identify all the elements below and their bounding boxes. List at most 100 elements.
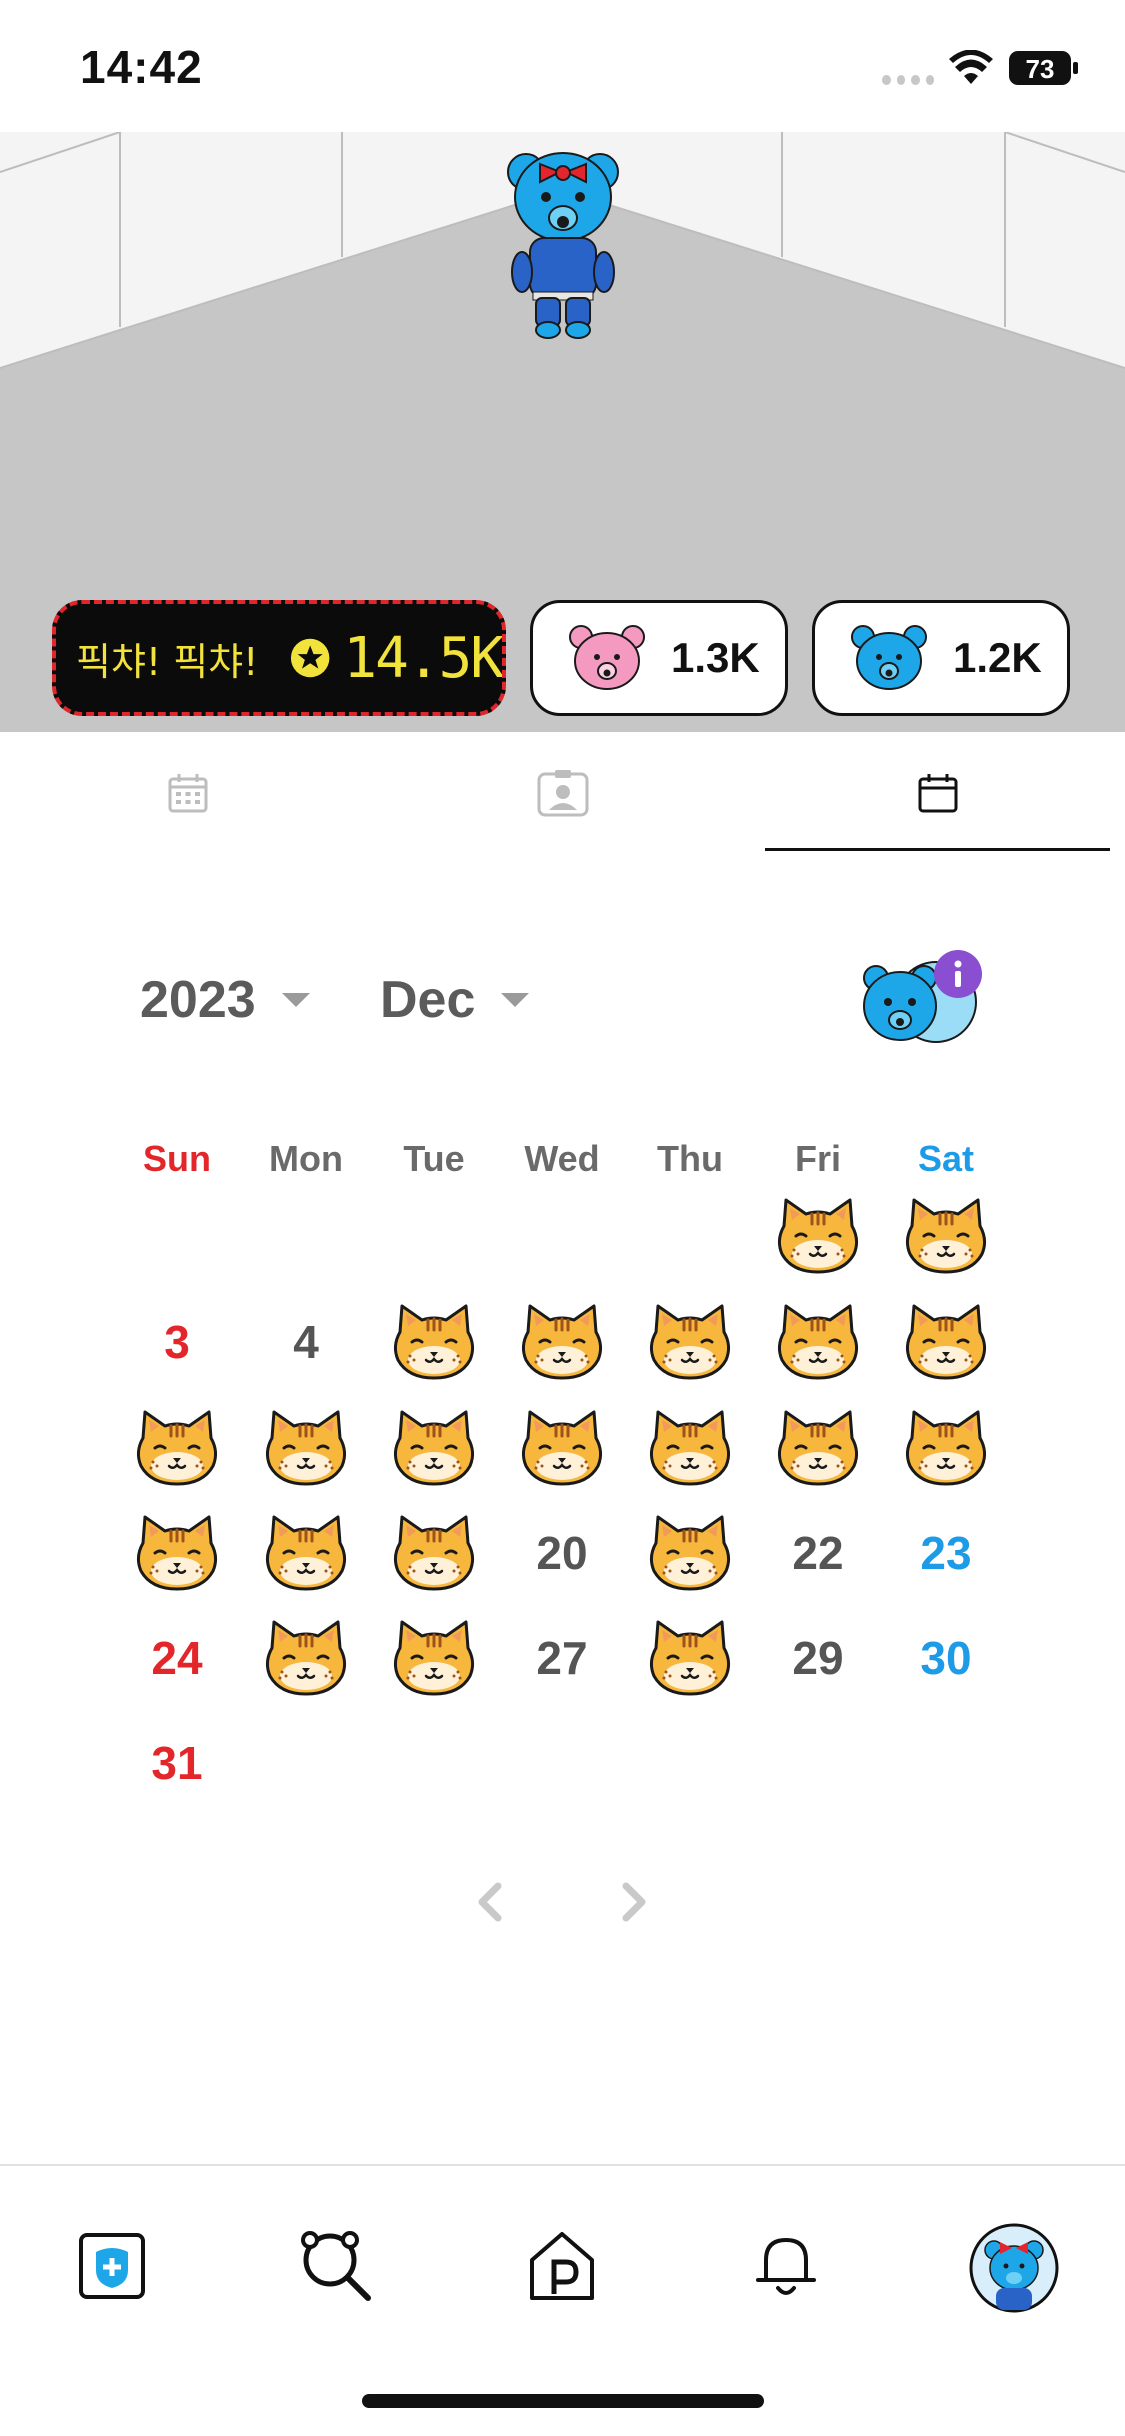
weekday-header: Sun Mon Tue Wed Thu Fri Sat — [0, 1138, 1125, 1188]
tab-profile-card[interactable] — [375, 734, 750, 852]
status-bar: 14:42 73 — [0, 0, 1125, 132]
calendar-day-4[interactable]: 4 — [251, 1292, 361, 1392]
calendar-day-26[interactable] — [379, 1608, 489, 1708]
cat-stamp-icon — [265, 1410, 347, 1486]
tab-calendar-grid[interactable] — [0, 734, 375, 852]
calendar-grid-icon — [168, 774, 207, 813]
cat-stamp-icon — [777, 1410, 859, 1486]
cat-stamp-icon — [905, 1304, 987, 1380]
calendar-day-30[interactable]: 30 — [891, 1608, 1001, 1708]
calendar-day-31[interactable]: 31 — [122, 1713, 232, 1813]
chevron-down-icon — [281, 993, 310, 1007]
calendar-day-11[interactable] — [251, 1398, 361, 1498]
day-number: 4 — [293, 1316, 319, 1368]
calendar-day-25[interactable] — [251, 1608, 361, 1708]
wifi-icon — [949, 50, 993, 84]
calendar-day-16[interactable] — [891, 1398, 1001, 1498]
cat-stamp-icon — [905, 1198, 987, 1274]
add-post-icon — [79, 2233, 145, 2299]
previous-month-chevron-icon[interactable] — [470, 1880, 510, 1924]
nav-search[interactable] — [288, 2218, 384, 2314]
calendar-day-20[interactable]: 20 — [507, 1503, 617, 1603]
battery-icon: 73 — [1009, 51, 1078, 85]
content-tabs — [0, 734, 1125, 852]
calendar-day-23[interactable]: 23 — [891, 1503, 1001, 1603]
cat-stamp-icon — [265, 1620, 347, 1696]
profile-card-icon — [537, 770, 588, 817]
status-time: 14:42 — [80, 41, 203, 93]
day-number: 29 — [792, 1632, 844, 1684]
stamp-info-button[interactable] — [858, 944, 988, 1064]
calendar-day-5[interactable] — [379, 1292, 489, 1392]
calendar-day-6[interactable] — [507, 1292, 617, 1392]
day-number: 3 — [164, 1316, 190, 1368]
points-ticker[interactable]: 픽챠! 픽챠! 픽챠! 14.5K — [52, 600, 506, 716]
ticker-marquee-text: 픽챠! 픽챠! 픽챠! — [76, 639, 273, 684]
year-select[interactable]: 2023 — [140, 970, 310, 1030]
cat-stamp-icon — [649, 1410, 731, 1486]
day-number: 20 — [536, 1527, 588, 1579]
calendar-day-9[interactable] — [891, 1292, 1001, 1392]
calendar-day-22[interactable]: 22 — [763, 1503, 873, 1603]
day-number: 31 — [151, 1737, 203, 1789]
day-number: 30 — [920, 1632, 972, 1684]
avatar — [969, 2223, 1059, 2313]
weekday-label: Tue — [403, 1138, 465, 1179]
nav-notifications[interactable] — [738, 2218, 834, 2314]
year-value: 2023 — [140, 971, 256, 1029]
weekday-label: Sat — [917, 1138, 975, 1179]
bear-mascot-character[interactable] — [498, 142, 628, 342]
calendar-day-2[interactable] — [891, 1186, 1001, 1286]
tab-calendar[interactable] — [750, 734, 1125, 852]
calendar-day-18[interactable] — [251, 1503, 361, 1603]
month-value: Dec — [380, 971, 476, 1029]
active-tab-indicator — [765, 848, 1110, 851]
calendar-day-7[interactable] — [635, 1292, 745, 1392]
cat-stamp-icon — [905, 1410, 987, 1486]
cat-stamp-icon — [521, 1304, 603, 1380]
calendar-day-29[interactable]: 29 — [763, 1608, 873, 1708]
nav-add-post[interactable] — [64, 2218, 160, 2314]
pink-bear-visitor-chip[interactable]: 1.3K — [530, 600, 788, 716]
svg-text:73: 73 — [1026, 54, 1055, 84]
calendar-day-14[interactable] — [635, 1398, 745, 1498]
cat-stamp-icon — [521, 1410, 603, 1486]
home-icon — [530, 2232, 594, 2300]
nav-profile-avatar[interactable] — [964, 2218, 1064, 2318]
calendar-day-3[interactable]: 3 — [122, 1292, 232, 1392]
cat-stamp-icon — [649, 1304, 731, 1380]
weekday-label: Wed — [524, 1138, 600, 1179]
search-icon — [301, 2231, 371, 2301]
blue-bear-visitor-chip[interactable]: 1.2K — [812, 600, 1070, 716]
calendar-day-8[interactable] — [763, 1292, 873, 1392]
cat-stamp-icon — [393, 1620, 475, 1696]
ticker-points-count: 14.5K — [343, 625, 502, 691]
bell-icon — [756, 2238, 816, 2295]
chevron-down-icon — [501, 993, 530, 1007]
pink-bear-count: 1.3K — [671, 634, 760, 681]
cat-stamp-icon — [777, 1304, 859, 1380]
calendar-day-13[interactable] — [507, 1398, 617, 1498]
month-select[interactable]: Dec — [380, 970, 530, 1030]
calendar-day-27[interactable]: 27 — [507, 1608, 617, 1708]
cat-stamp-icon — [649, 1620, 731, 1696]
weekday-label: Thu — [657, 1138, 723, 1179]
calendar-day-24[interactable]: 24 — [122, 1608, 232, 1708]
calendar-day-10[interactable] — [122, 1398, 232, 1498]
calendar-day-15[interactable] — [763, 1398, 873, 1498]
nav-home[interactable] — [514, 2218, 610, 2314]
calendar-day-1[interactable] — [763, 1186, 873, 1286]
day-number: 24 — [151, 1632, 203, 1684]
cat-stamp-icon — [649, 1515, 731, 1591]
calendar-day-21[interactable] — [635, 1503, 745, 1603]
day-number: 22 — [792, 1527, 844, 1579]
cellular-signal-icon — [882, 75, 934, 85]
calendar-day-12[interactable] — [379, 1398, 489, 1498]
weekday-label: Sun — [143, 1138, 211, 1179]
next-month-chevron-icon[interactable] — [614, 1880, 654, 1924]
calendar-day-19[interactable] — [379, 1503, 489, 1603]
blue-bear-icon — [851, 625, 927, 690]
cat-stamp-icon — [393, 1304, 475, 1380]
calendar-day-28[interactable] — [635, 1608, 745, 1708]
calendar-day-17[interactable] — [122, 1503, 232, 1603]
